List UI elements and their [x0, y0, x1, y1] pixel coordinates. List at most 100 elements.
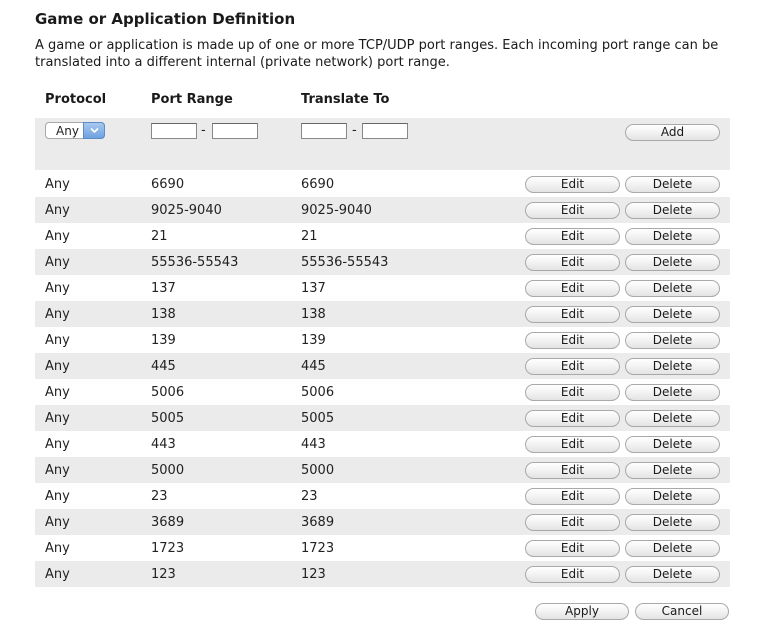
page-title: Game or Application Definition: [35, 10, 296, 28]
row-protocol: Any: [45, 385, 70, 400]
row-protocol: Any: [45, 359, 70, 374]
table-row: Any 21 21 Edit Delete: [35, 223, 730, 249]
edit-button[interactable]: Edit: [525, 566, 620, 583]
delete-button[interactable]: Delete: [625, 332, 720, 349]
header-port-range: Port Range: [151, 92, 233, 107]
edit-button[interactable]: Edit: [525, 384, 620, 401]
table-row: Any 123 123 Edit Delete: [35, 561, 730, 587]
row-port-range: 6690: [151, 177, 185, 192]
row-port-range: 9025-9040: [151, 203, 222, 218]
table-row: Any 3689 3689 Edit Delete: [35, 509, 730, 535]
header-protocol: Protocol: [45, 92, 107, 107]
edit-button[interactable]: Edit: [525, 202, 620, 219]
row-translate-to: 5005: [301, 411, 335, 426]
row-protocol: Any: [45, 541, 70, 556]
row-translate-to: 5000: [301, 463, 335, 478]
row-translate-to: 137: [301, 281, 326, 296]
table-row: Any 443 443 Edit Delete: [35, 431, 730, 457]
row-protocol: Any: [45, 437, 70, 452]
row-translate-to: 21: [301, 229, 318, 244]
row-translate-to: 6690: [301, 177, 335, 192]
row-port-range: 443: [151, 437, 176, 452]
translate-end-input[interactable]: [362, 123, 408, 139]
edit-button[interactable]: Edit: [525, 410, 620, 427]
edit-button[interactable]: Edit: [525, 332, 620, 349]
delete-button[interactable]: Delete: [625, 462, 720, 479]
delete-button[interactable]: Delete: [625, 358, 720, 375]
row-translate-to: 445: [301, 359, 326, 374]
table-row: Any 6690 6690 Edit Delete: [35, 171, 730, 197]
delete-button[interactable]: Delete: [625, 384, 720, 401]
delete-button[interactable]: Delete: [625, 202, 720, 219]
table-row: Any 5006 5006 Edit Delete: [35, 379, 730, 405]
delete-button[interactable]: Delete: [625, 410, 720, 427]
row-translate-to: 443: [301, 437, 326, 452]
edit-button[interactable]: Edit: [525, 176, 620, 193]
delete-button[interactable]: Delete: [625, 540, 720, 557]
cancel-button[interactable]: Cancel: [635, 603, 729, 620]
table-row: Any 1723 1723 Edit Delete: [35, 535, 730, 561]
delete-button[interactable]: Delete: [625, 488, 720, 505]
delete-button[interactable]: Delete: [625, 254, 720, 271]
edit-button[interactable]: Edit: [525, 462, 620, 479]
edit-button[interactable]: Edit: [525, 488, 620, 505]
delete-button[interactable]: Delete: [625, 176, 720, 193]
row-protocol: Any: [45, 463, 70, 478]
page-description: A game or application is made up of one …: [35, 38, 719, 70]
delete-button[interactable]: Delete: [625, 280, 720, 297]
row-translate-to: 139: [301, 333, 326, 348]
protocol-select[interactable]: Any: [45, 122, 105, 139]
table-row: Any 5005 5005 Edit Delete: [35, 405, 730, 431]
chevron-down-icon: [83, 122, 105, 139]
row-port-range: 1723: [151, 541, 185, 556]
edit-button[interactable]: Edit: [525, 306, 620, 323]
edit-button[interactable]: Edit: [525, 358, 620, 375]
edit-button[interactable]: Edit: [525, 540, 620, 557]
table-row: Any 23 23 Edit Delete: [35, 483, 730, 509]
row-port-range: 5000: [151, 463, 185, 478]
row-port-range: 55536-55543: [151, 255, 239, 270]
row-port-range: 139: [151, 333, 176, 348]
delete-button[interactable]: Delete: [625, 514, 720, 531]
row-port-range: 23: [151, 489, 168, 504]
port-range-start-input[interactable]: [151, 123, 197, 139]
row-port-range: 445: [151, 359, 176, 374]
table-row: Any 139 139 Edit Delete: [35, 327, 730, 353]
row-translate-to: 1723: [301, 541, 335, 556]
row-protocol: Any: [45, 411, 70, 426]
translate-start-input[interactable]: [301, 123, 347, 139]
row-port-range: 5006: [151, 385, 185, 400]
row-protocol: Any: [45, 307, 70, 322]
table-row: Any 138 138 Edit Delete: [35, 301, 730, 327]
row-port-range: 123: [151, 567, 176, 582]
row-port-range: 137: [151, 281, 176, 296]
edit-button[interactable]: Edit: [525, 514, 620, 531]
row-translate-to: 138: [301, 307, 326, 322]
row-translate-to: 9025-9040: [301, 203, 372, 218]
delete-button[interactable]: Delete: [625, 306, 720, 323]
row-protocol: Any: [45, 203, 70, 218]
edit-button[interactable]: Edit: [525, 254, 620, 271]
delete-button[interactable]: Delete: [625, 436, 720, 453]
edit-button[interactable]: Edit: [525, 280, 620, 297]
row-protocol: Any: [45, 567, 70, 582]
edit-button[interactable]: Edit: [525, 436, 620, 453]
port-range-separator: -: [201, 123, 206, 138]
delete-button[interactable]: Delete: [625, 228, 720, 245]
row-protocol: Any: [45, 515, 70, 530]
apply-button[interactable]: Apply: [535, 603, 629, 620]
table-row: Any 5000 5000 Edit Delete: [35, 457, 730, 483]
row-translate-to: 5006: [301, 385, 335, 400]
row-protocol: Any: [45, 177, 70, 192]
row-protocol: Any: [45, 489, 70, 504]
add-button[interactable]: Add: [625, 124, 720, 141]
edit-button[interactable]: Edit: [525, 228, 620, 245]
delete-button[interactable]: Delete: [625, 566, 720, 583]
row-protocol: Any: [45, 333, 70, 348]
row-translate-to: 55536-55543: [301, 255, 389, 270]
table-row: Any 137 137 Edit Delete: [35, 275, 730, 301]
port-range-end-input[interactable]: [212, 123, 258, 139]
row-port-range: 3689: [151, 515, 185, 530]
row-port-range: 138: [151, 307, 176, 322]
row-protocol: Any: [45, 229, 70, 244]
